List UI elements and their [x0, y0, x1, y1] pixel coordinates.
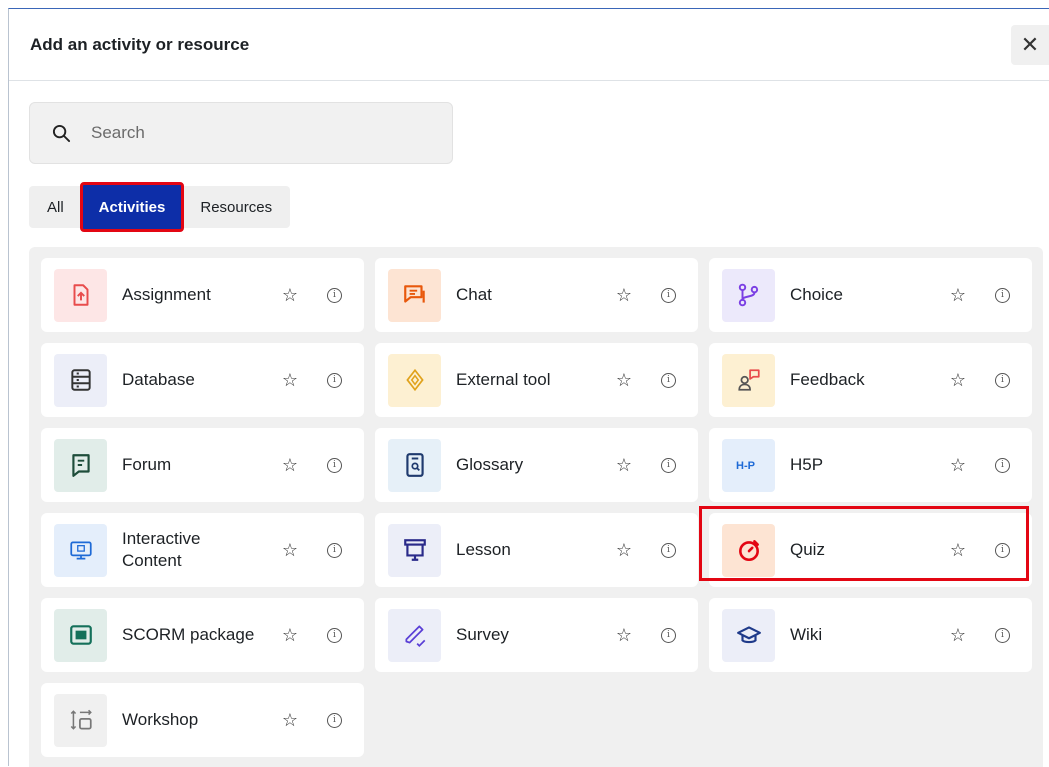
tab-resources-label: Resources — [200, 198, 273, 216]
tab-resources[interactable]: Resources — [182, 186, 290, 228]
activity-card-external-tool[interactable]: External tool ☆ i — [375, 343, 698, 417]
info-icon[interactable]: i — [995, 287, 1010, 303]
h5p-icon: H-P — [722, 438, 775, 492]
star-icon[interactable]: ☆ — [282, 285, 298, 306]
activity-card-feedback[interactable]: Feedback ☆ i — [709, 343, 1032, 417]
info-icon[interactable]: i — [995, 457, 1010, 473]
modal-title: Add an activity or resource — [30, 34, 250, 54]
category-tabs: All Activities Resources — [29, 182, 291, 232]
scorm-icon — [54, 608, 107, 662]
survey-icon — [388, 608, 441, 662]
activity-label: External tool — [456, 370, 551, 389]
chat-icon — [388, 268, 441, 322]
activity-grid: Assignment ☆ i Chat ☆ i Choice ☆ i Database ☆ i Exte… — [29, 247, 1043, 767]
star-icon[interactable]: ☆ — [950, 625, 966, 646]
star-icon[interactable]: ☆ — [282, 540, 298, 561]
activity-label: Lesson — [456, 540, 511, 559]
search-input[interactable] — [89, 122, 389, 144]
info-icon[interactable]: i — [661, 457, 676, 473]
tab-all-label: All — [47, 198, 64, 216]
activity-chooser-modal: Add an activity or resource ✕ All Activi… — [8, 8, 1049, 767]
info-icon[interactable]: i — [661, 372, 676, 388]
tab-activities-label: Activities — [98, 198, 166, 216]
info-icon[interactable]: i — [661, 542, 676, 558]
activity-card-h5p[interactable]: H-P H5P ☆ i — [709, 428, 1032, 502]
feedback-icon — [722, 353, 775, 407]
activity-card-scorm[interactable]: SCORM package ☆ i — [41, 598, 364, 672]
info-icon[interactable]: i — [327, 542, 342, 558]
activity-card-chat[interactable]: Chat ☆ i — [375, 258, 698, 332]
star-icon[interactable]: ☆ — [282, 455, 298, 476]
activity-card-interactive-content[interactable]: Interactive Content ☆ i — [41, 513, 364, 587]
glossary-icon — [388, 438, 441, 492]
info-icon[interactable]: i — [327, 372, 342, 388]
info-icon[interactable]: i — [995, 372, 1010, 388]
activity-card-database[interactable]: Database ☆ i — [41, 343, 364, 417]
activity-label: Forum — [122, 455, 172, 474]
search-icon — [52, 124, 71, 142]
activity-card-workshop[interactable]: Workshop ☆ i — [41, 683, 364, 757]
activity-label: Choice — [790, 285, 843, 304]
star-icon[interactable]: ☆ — [616, 455, 632, 476]
star-icon[interactable]: ☆ — [282, 710, 298, 731]
activity-card-glossary[interactable]: Glossary ☆ i — [375, 428, 698, 502]
star-icon[interactable]: ☆ — [616, 540, 632, 561]
search-box[interactable] — [29, 102, 453, 164]
activity-label: Feedback — [790, 370, 865, 389]
activity-card-lesson[interactable]: Lesson ☆ i — [375, 513, 698, 587]
svg-text:H-P: H-P — [736, 460, 755, 472]
tab-activities[interactable]: Activities — [79, 182, 185, 232]
star-icon[interactable]: ☆ — [282, 625, 298, 646]
star-icon[interactable]: ☆ — [950, 370, 966, 391]
activity-label: SCORM package — [122, 625, 255, 644]
database-icon — [54, 353, 107, 407]
forum-icon — [54, 438, 107, 492]
assignment-icon — [54, 268, 107, 322]
activity-card-choice[interactable]: Choice ☆ i — [709, 258, 1032, 332]
activity-label: Database — [122, 370, 195, 389]
external-tool-icon — [388, 353, 441, 407]
activity-label: Workshop — [122, 710, 199, 729]
activity-label: Interactive Content — [122, 529, 201, 570]
activity-card-wiki[interactable]: Wiki ☆ i — [709, 598, 1032, 672]
star-icon[interactable]: ☆ — [950, 455, 966, 476]
activity-label: Chat — [456, 285, 492, 304]
workshop-icon — [54, 693, 107, 747]
activity-label: Glossary — [456, 455, 524, 474]
info-icon[interactable]: i — [995, 627, 1010, 643]
choice-icon — [722, 268, 775, 322]
activity-label: Survey — [456, 625, 509, 644]
activity-label: Assignment — [122, 285, 211, 304]
info-icon[interactable]: i — [327, 712, 342, 728]
star-icon[interactable]: ☆ — [616, 285, 632, 306]
info-icon[interactable]: i — [327, 457, 342, 473]
interactive-content-icon — [54, 523, 107, 577]
star-icon[interactable]: ☆ — [616, 625, 632, 646]
wiki-icon — [722, 608, 775, 662]
close-button[interactable]: ✕ — [1011, 25, 1049, 65]
activity-card-assignment[interactable]: Assignment ☆ i — [41, 258, 364, 332]
tab-all[interactable]: All — [29, 186, 82, 228]
star-icon[interactable]: ☆ — [616, 370, 632, 391]
modal-header: Add an activity or resource — [9, 9, 1049, 81]
activity-card-survey[interactable]: Survey ☆ i — [375, 598, 698, 672]
activity-label: H5P — [790, 455, 824, 474]
info-icon[interactable]: i — [327, 627, 342, 643]
star-icon[interactable]: ☆ — [282, 370, 298, 391]
quiz-highlight-box — [699, 506, 1029, 581]
activity-label: Wiki — [790, 625, 823, 644]
info-icon[interactable]: i — [661, 287, 676, 303]
star-icon[interactable]: ☆ — [950, 285, 966, 306]
close-icon: ✕ — [1020, 32, 1040, 57]
info-icon[interactable]: i — [327, 287, 342, 303]
info-icon[interactable]: i — [661, 627, 676, 643]
activity-card-forum[interactable]: Forum ☆ i — [41, 428, 364, 502]
lesson-icon — [388, 523, 441, 577]
